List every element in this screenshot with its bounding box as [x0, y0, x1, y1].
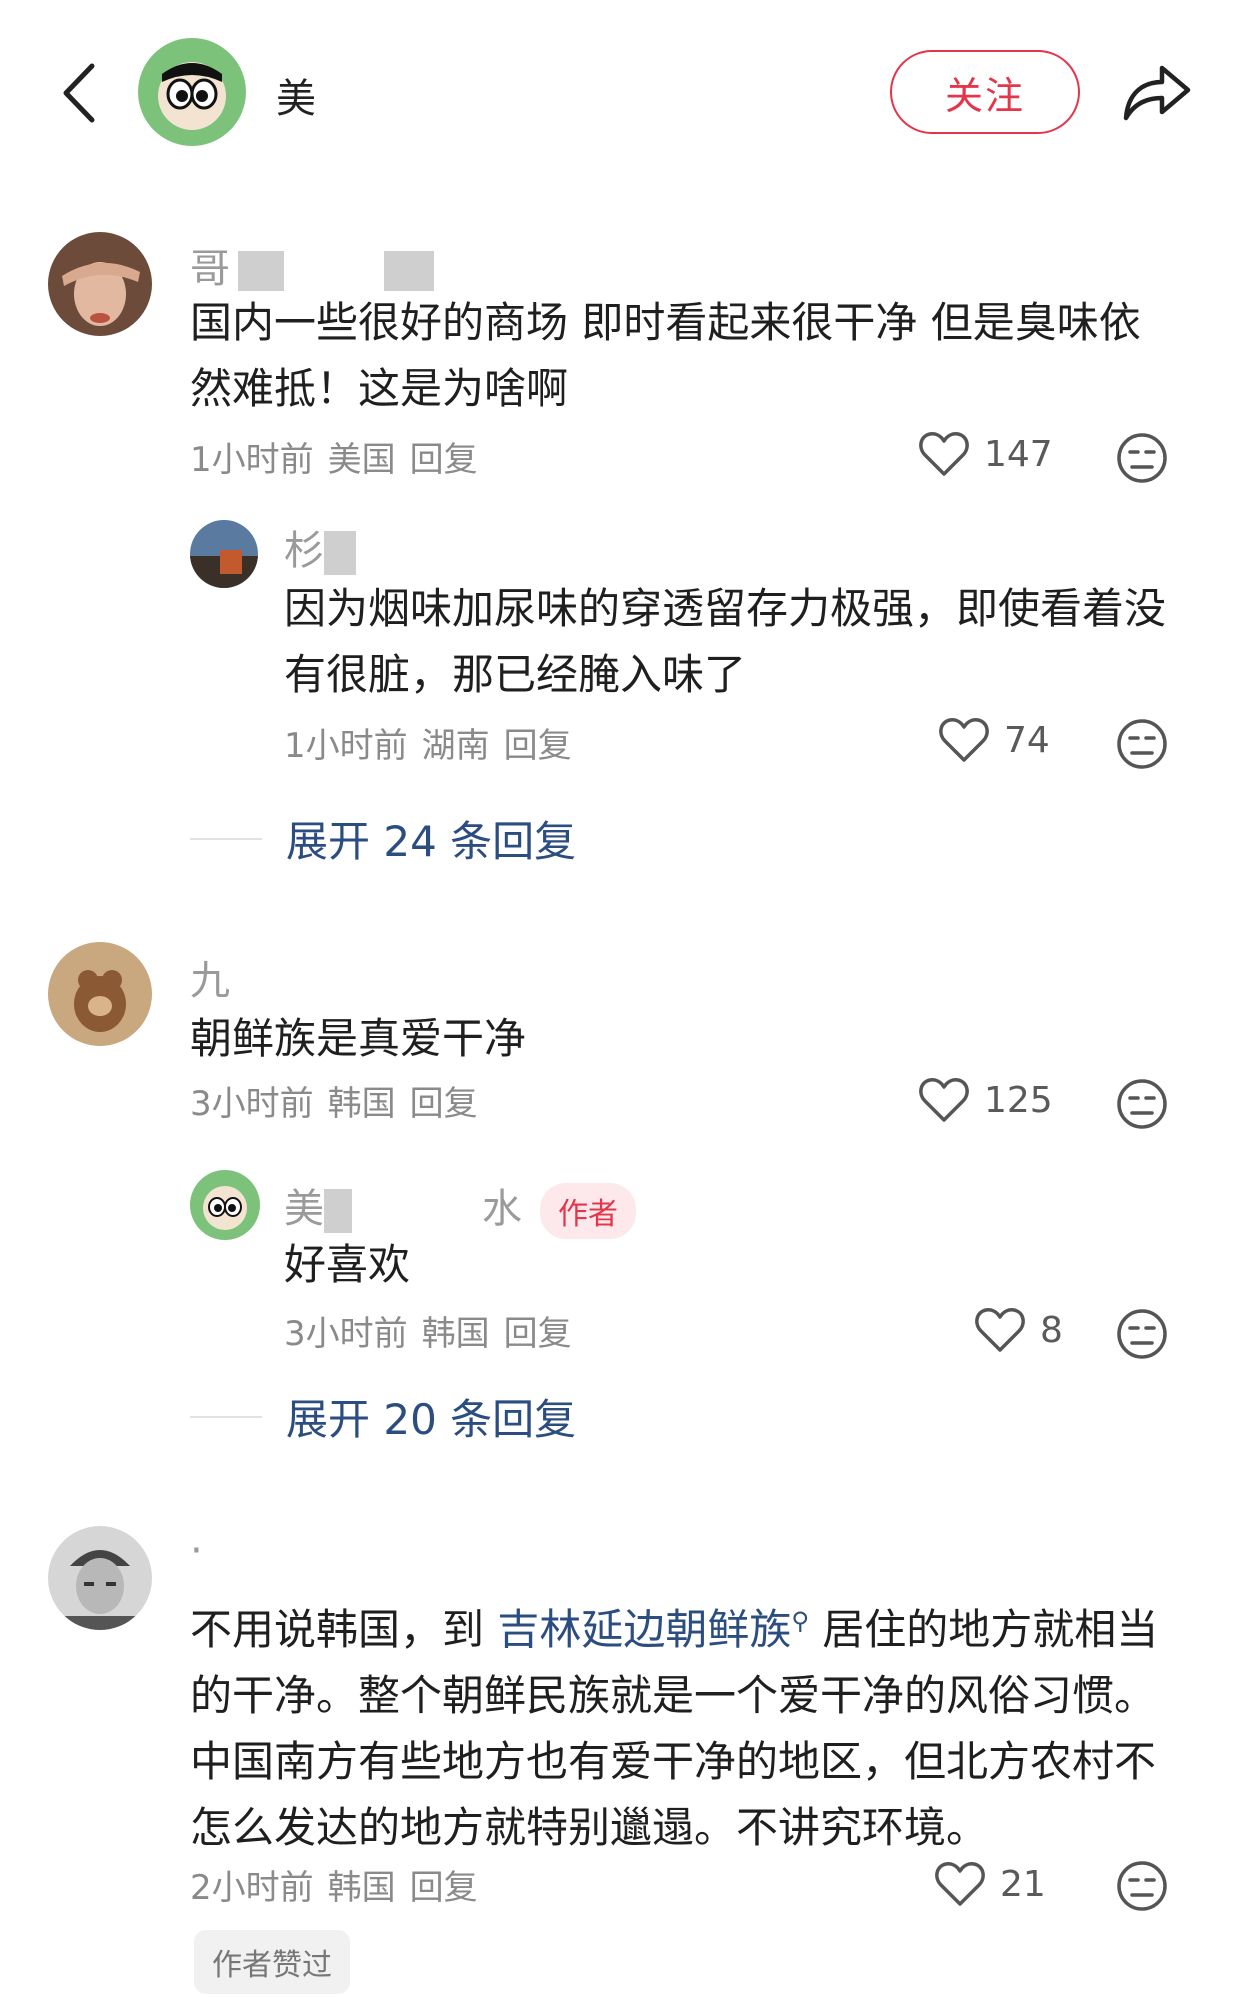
like-count: 21: [1000, 1863, 1046, 1905]
comment-meta: 2小时前 韩国 回复: [190, 1860, 492, 1909]
author-badge: 作者: [540, 1183, 636, 1239]
like-count: 125: [984, 1079, 1053, 1121]
reply-location: 湖南: [421, 726, 490, 766]
comment-text: 国内一些很好的商场 即时看起来很干净 但是臭味依然难抵！这是为啥啊: [190, 298, 1141, 413]
reply-link[interactable]: 回复: [410, 440, 478, 480]
avatar-image: [48, 1526, 152, 1630]
share-arrow-icon: [1123, 65, 1191, 121]
like-count: 74: [1004, 719, 1050, 761]
comment-location: 韩国: [327, 1084, 396, 1124]
commenter-avatar[interactable]: [48, 942, 152, 1046]
share-button[interactable]: [1118, 56, 1194, 126]
avatar-image: [190, 1170, 260, 1240]
comment-text: 不用说韩国，到 吉林延边朝鲜族⚲ 居住的地方就相当的干净。整个朝鲜民族就是一个爱…: [190, 1605, 1159, 1852]
unimpressed-face-icon: [1117, 719, 1167, 769]
reply-meta: 3小时前 韩国 回复: [284, 1306, 586, 1355]
unimpressed-face-icon: [1117, 1079, 1167, 1129]
like-button[interactable]: 125: [918, 1076, 1053, 1124]
chevron-left-icon: [63, 63, 95, 123]
like-button[interactable]: 8: [974, 1306, 1063, 1354]
comment-time: 2小时前: [190, 1868, 314, 1908]
replier-avatar[interactable]: [190, 1170, 260, 1240]
commenter-name[interactable]: 哥: [190, 236, 434, 294]
replier-name[interactable]: 美水作者: [284, 1176, 636, 1239]
expand-replies-button[interactable]: 展开 20 条回复: [190, 1386, 576, 1447]
unimpressed-face-icon: [1117, 1861, 1167, 1911]
expand-label: 展开 24 条回复: [286, 817, 577, 866]
replier-name[interactable]: 杉: [284, 518, 356, 576]
like-count: 8: [1040, 1309, 1063, 1351]
dislike-button[interactable]: [1116, 432, 1168, 488]
author-name[interactable]: 美: [276, 66, 316, 124]
author-avatar[interactable]: [138, 38, 246, 146]
divider: [190, 1415, 262, 1418]
commenter-avatar[interactable]: [48, 232, 152, 336]
reply-meta: 1小时前 湖南 回复: [284, 718, 586, 767]
dislike-button[interactable]: [1116, 1308, 1168, 1364]
reply-time: 1小时前: [284, 726, 408, 766]
reply-link[interactable]: 回复: [504, 1314, 572, 1354]
heart-icon: [919, 1078, 969, 1122]
expand-label: 展开 20 条回复: [286, 1395, 577, 1444]
search-icon: ⚲: [791, 1607, 809, 1635]
expand-replies-button[interactable]: 展开 24 条回复: [190, 808, 576, 869]
author-liked-badge: 作者赞过: [194, 1930, 350, 1994]
commenter-name[interactable]: 九: [190, 948, 230, 1006]
top-bar: 美 关注: [0, 0, 1242, 190]
like-button[interactable]: 74: [938, 716, 1050, 764]
reply-time: 3小时前: [284, 1314, 408, 1354]
comment-location: 美国: [327, 440, 396, 480]
comment-location: 韩国: [327, 1868, 396, 1908]
reply-location: 韩国: [421, 1314, 490, 1354]
heart-icon: [919, 432, 969, 476]
comment-time: 1小时前: [190, 440, 314, 480]
heart-icon: [975, 1308, 1025, 1352]
reply-link[interactable]: 回复: [504, 726, 572, 766]
dislike-button[interactable]: [1116, 718, 1168, 774]
avatar-image: [190, 520, 258, 588]
back-button[interactable]: [48, 58, 108, 128]
reply-text: 因为烟味加尿味的穿透留存力极强，即使看着没有很脏，那已经腌入味了: [284, 584, 1167, 699]
comment-meta: 3小时前 韩国 回复: [190, 1076, 492, 1125]
replier-avatar[interactable]: [190, 520, 258, 588]
follow-button[interactable]: 关注: [890, 50, 1080, 134]
heart-icon: [935, 1862, 985, 1906]
heart-icon: [939, 718, 989, 762]
unimpressed-face-icon: [1117, 1309, 1167, 1359]
dislike-button[interactable]: [1116, 1078, 1168, 1134]
comment-time: 3小时前: [190, 1084, 314, 1124]
comment-meta: 1小时前 美国 回复: [190, 432, 492, 481]
unimpressed-face-icon: [1117, 433, 1167, 483]
reply-text: 好喜欢: [284, 1240, 411, 1289]
divider: [190, 837, 262, 840]
like-button[interactable]: 147: [918, 430, 1053, 478]
avatar-image: [138, 38, 246, 146]
dislike-button[interactable]: [1116, 1860, 1168, 1916]
avatar-image: [48, 942, 152, 1046]
reply-link[interactable]: 回复: [410, 1084, 478, 1124]
like-button[interactable]: 21: [934, 1860, 1046, 1908]
comment-text: 朝鲜族是真爱干净: [190, 1014, 527, 1063]
commenter-avatar[interactable]: [48, 1526, 152, 1630]
reply-link[interactable]: 回复: [410, 1868, 478, 1908]
commenter-name[interactable]: ·: [190, 1528, 203, 1574]
topic-link[interactable]: 吉林延边朝鲜族: [497, 1605, 791, 1654]
avatar-image: [48, 232, 152, 336]
like-count: 147: [984, 433, 1053, 475]
